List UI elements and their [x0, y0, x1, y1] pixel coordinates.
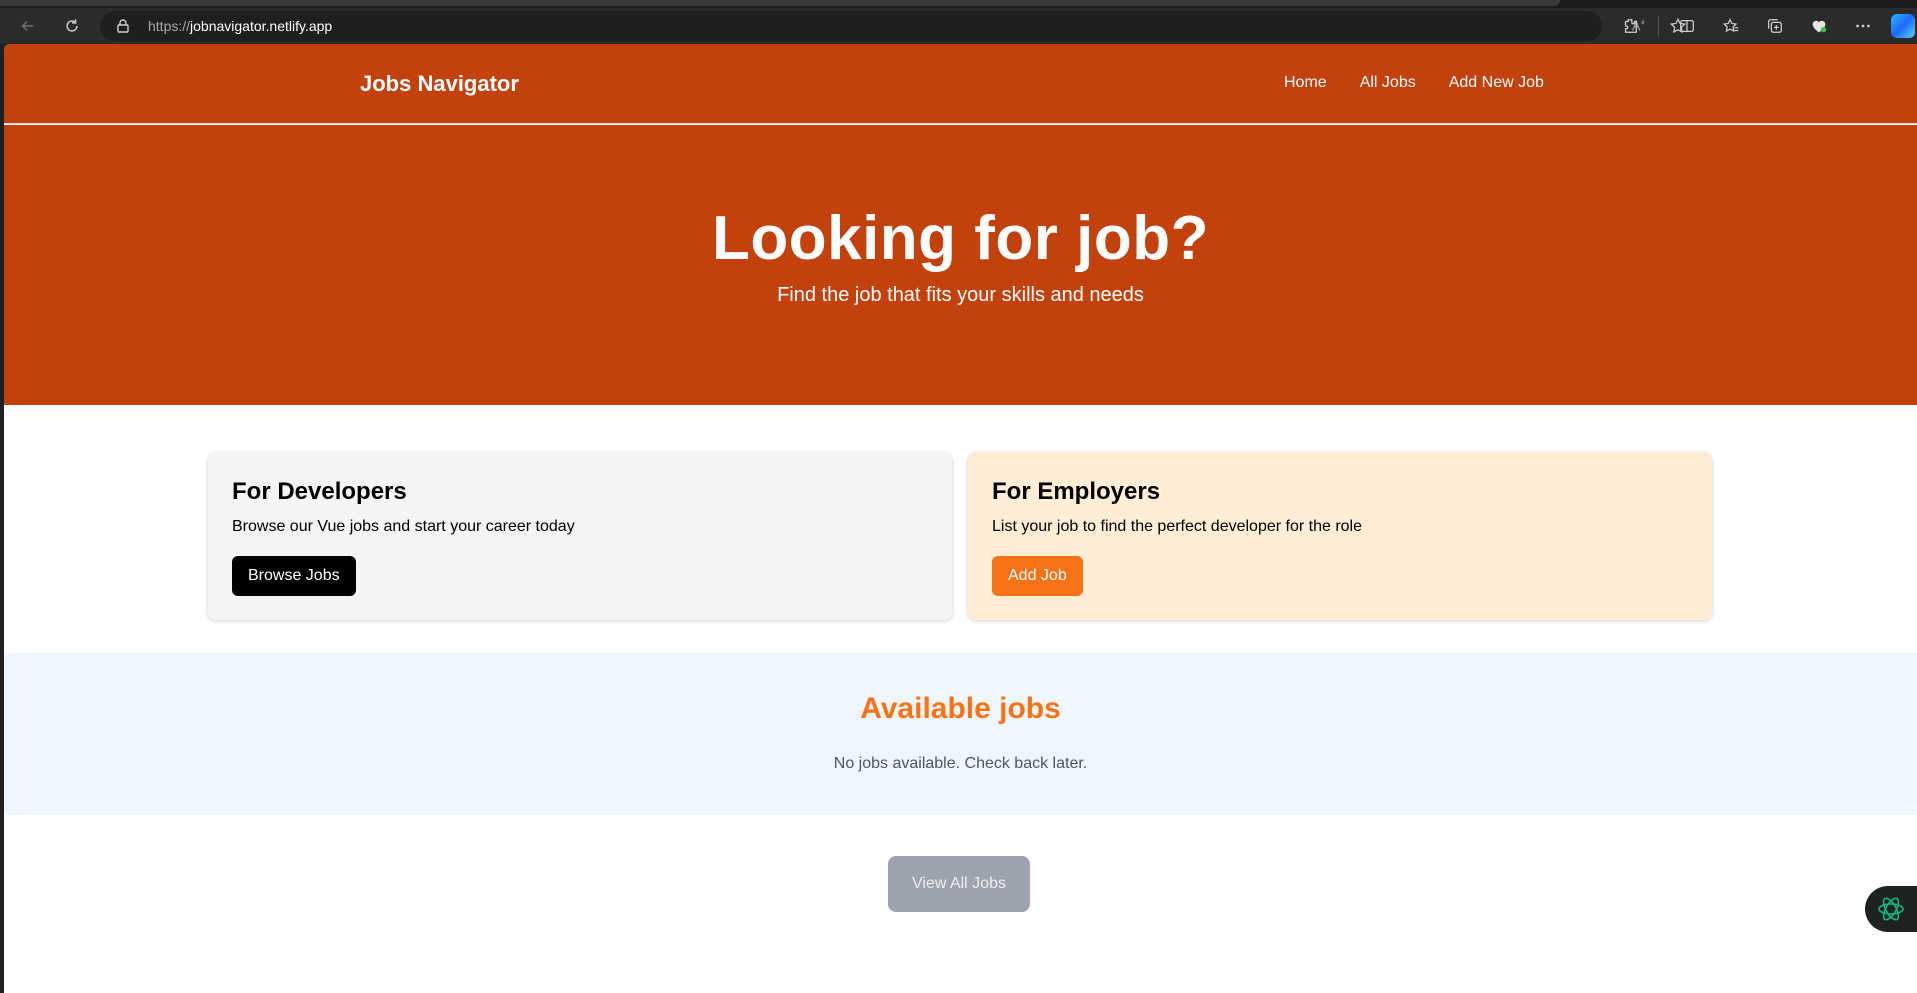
browser-toolbar: https://jobnavigator.netlify.app: [0, 8, 1917, 44]
more-icon[interactable]: [1847, 10, 1879, 42]
back-icon[interactable]: [12, 10, 44, 42]
browser-health-icon[interactable]: [1803, 10, 1835, 42]
active-tab-edge[interactable]: [0, 0, 1560, 6]
no-jobs-message: No jobs available. Check back later.: [833, 755, 1088, 772]
collections-icon[interactable]: [1759, 10, 1791, 42]
hero-title: Looking for job?: [711, 204, 1209, 273]
lock-icon[interactable]: [114, 17, 132, 35]
reload-icon[interactable]: [56, 10, 88, 42]
toolbar-separator: [1658, 16, 1659, 36]
employers-card-title: For Employers: [992, 478, 1161, 505]
developers-card: For Developers Browse our Vue jobs and s…: [208, 452, 952, 620]
employers-card: For Employers List your job to find the …: [968, 452, 1712, 620]
address-bar[interactable]: https://jobnavigator.netlify.app: [100, 11, 1687, 41]
available-jobs-section: Available jobs No jobs available. Check …: [4, 653, 1917, 815]
hero-subtitle: Find the job that fits your skills and n…: [777, 284, 1144, 306]
nav-links: Home All Jobs Add New Job: [1284, 74, 1544, 92]
add-job-button[interactable]: Add Job: [992, 556, 1083, 596]
toolbar-right-icons: [1614, 10, 1915, 42]
nav-link-home[interactable]: Home: [1284, 74, 1327, 92]
assistant-icon: [1878, 897, 1904, 921]
copilot-icon[interactable]: [1891, 14, 1915, 38]
site-brand[interactable]: Jobs Navigator: [360, 71, 519, 97]
view-all-jobs-button[interactable]: View All Jobs: [888, 856, 1030, 912]
extensions-icon[interactable]: [1614, 10, 1646, 42]
developers-card-text: Browse our Vue jobs and start your caree…: [232, 518, 575, 535]
browser-tab-strip: [0, 0, 1917, 8]
split-screen-icon[interactable]: [1671, 10, 1703, 42]
browse-jobs-button[interactable]: Browse Jobs: [232, 556, 356, 596]
developers-card-title: For Developers: [232, 478, 407, 505]
nav-link-add-new-job[interactable]: Add New Job: [1449, 74, 1544, 92]
favorites-icon[interactable]: [1715, 10, 1747, 42]
page-viewport: Jobs Navigator Home All Jobs Add New Job…: [4, 44, 1917, 993]
hero-section: Looking for job? Find the job that fits …: [4, 125, 1917, 405]
nav-link-all-jobs[interactable]: All Jobs: [1360, 74, 1416, 92]
floating-assistant-button[interactable]: [1865, 886, 1917, 932]
available-jobs-heading: Available jobs: [860, 692, 1061, 725]
site-navbar: Jobs Navigator Home All Jobs Add New Job: [4, 44, 1917, 124]
employers-card-text: List your job to find the perfect develo…: [992, 518, 1362, 535]
url-text[interactable]: https://jobnavigator.netlify.app: [148, 18, 332, 34]
